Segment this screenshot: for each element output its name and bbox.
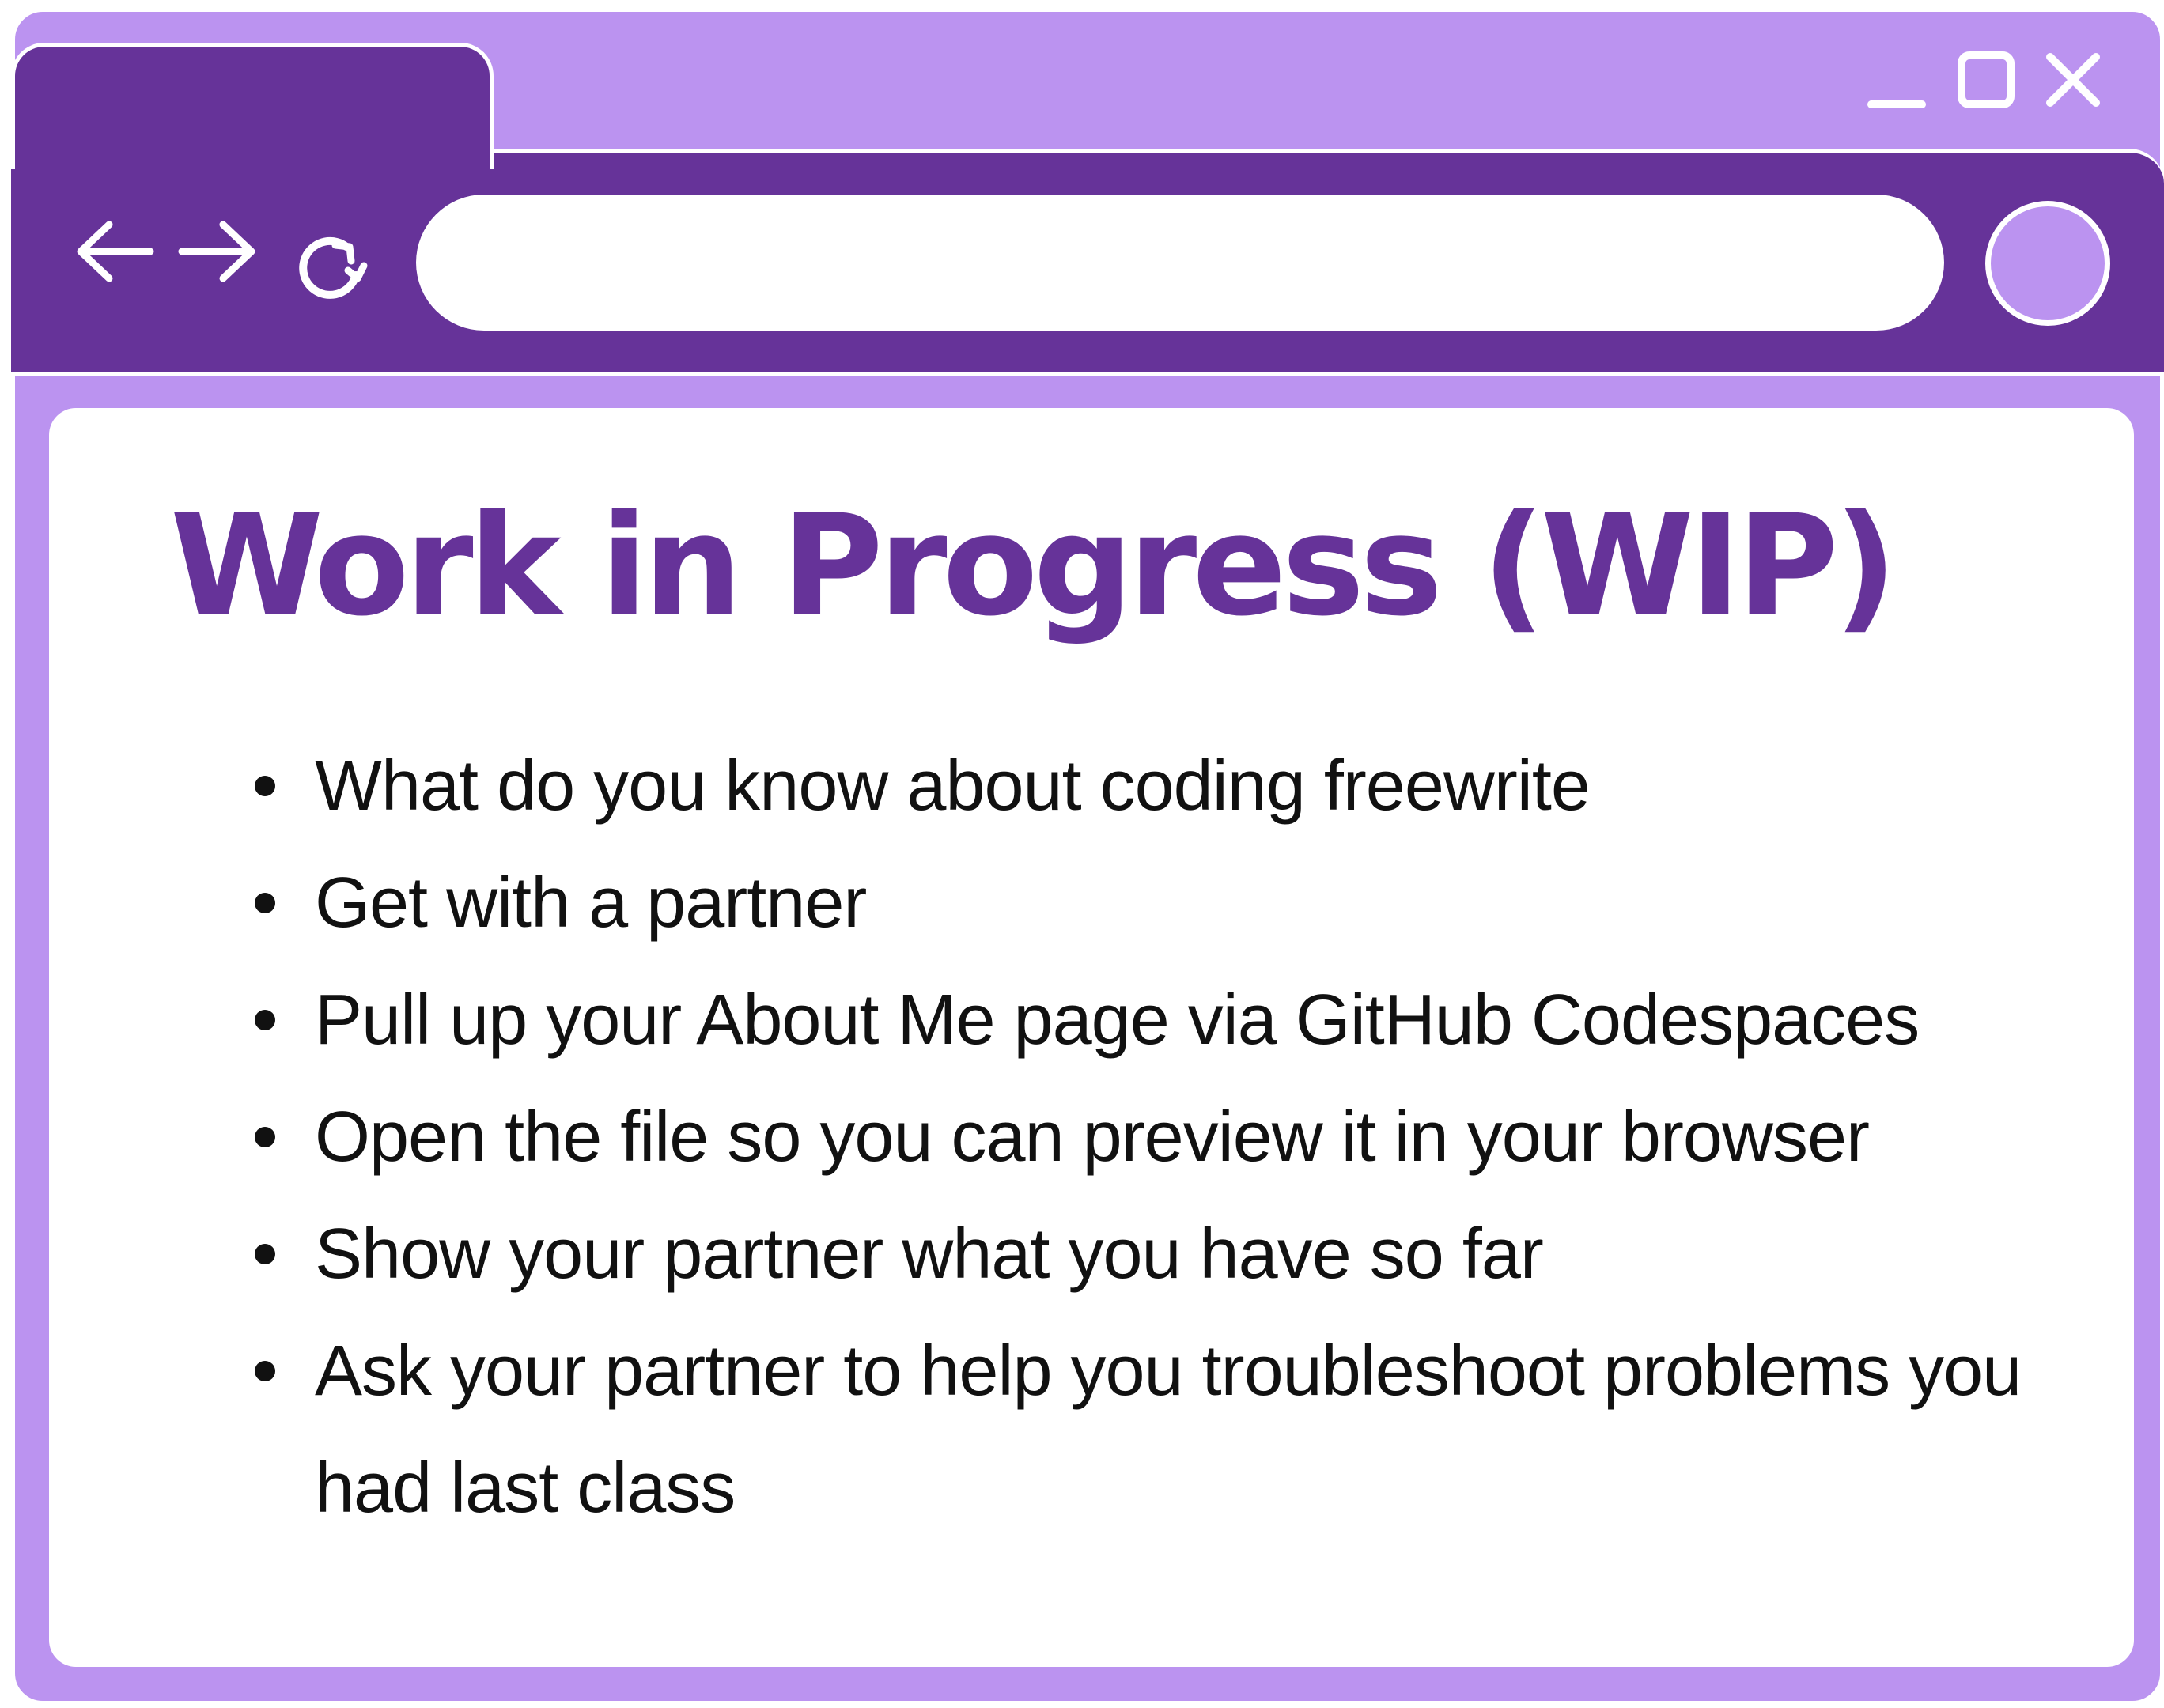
bullet-icon bbox=[255, 776, 275, 796]
list-item-text: What do you know about coding freewrite bbox=[315, 746, 1591, 826]
bullet-icon bbox=[255, 1010, 275, 1030]
instruction-list: What do you know about coding freewrite … bbox=[255, 727, 2074, 1547]
list-item-text: Ask your partner to help you troubleshoo… bbox=[315, 1332, 2022, 1528]
reload-icon[interactable] bbox=[294, 229, 370, 300]
list-item: Get with a partner bbox=[255, 845, 2074, 962]
tab-joint bbox=[15, 147, 490, 155]
minimize-icon[interactable] bbox=[1867, 51, 1927, 111]
list-item: Ask your partner to help you troubleshoo… bbox=[255, 1313, 2074, 1547]
list-item: What do you know about coding freewrite bbox=[255, 727, 2074, 845]
address-bar[interactable] bbox=[416, 195, 1944, 331]
list-item: Show your partner what you have so far bbox=[255, 1196, 2074, 1313]
list-item-text: Show your partner what you have so far bbox=[315, 1215, 1544, 1294]
bullet-icon bbox=[255, 1361, 275, 1381]
bullet-icon bbox=[255, 893, 275, 913]
bullet-icon bbox=[255, 1244, 275, 1264]
list-item: Open the file so you can preview it in y… bbox=[255, 1079, 2074, 1196]
close-icon[interactable] bbox=[2044, 51, 2102, 109]
list-item-text: Pull up your About Me page via GitHub Co… bbox=[315, 981, 1920, 1060]
list-item: Pull up your About Me page via GitHub Co… bbox=[255, 962, 2074, 1079]
list-item-text: Get with a partner bbox=[315, 863, 867, 943]
arrow-right-icon[interactable] bbox=[177, 220, 259, 283]
bullet-icon bbox=[255, 1127, 275, 1147]
profile-circle-icon[interactable] bbox=[1985, 201, 2110, 326]
list-item-text: Open the file so you can preview it in y… bbox=[315, 1098, 1870, 1177]
maximize-icon[interactable] bbox=[1957, 51, 2015, 109]
page-title: Work in Progress (WIP) bbox=[170, 485, 1897, 647]
arrow-left-icon[interactable] bbox=[73, 220, 155, 283]
